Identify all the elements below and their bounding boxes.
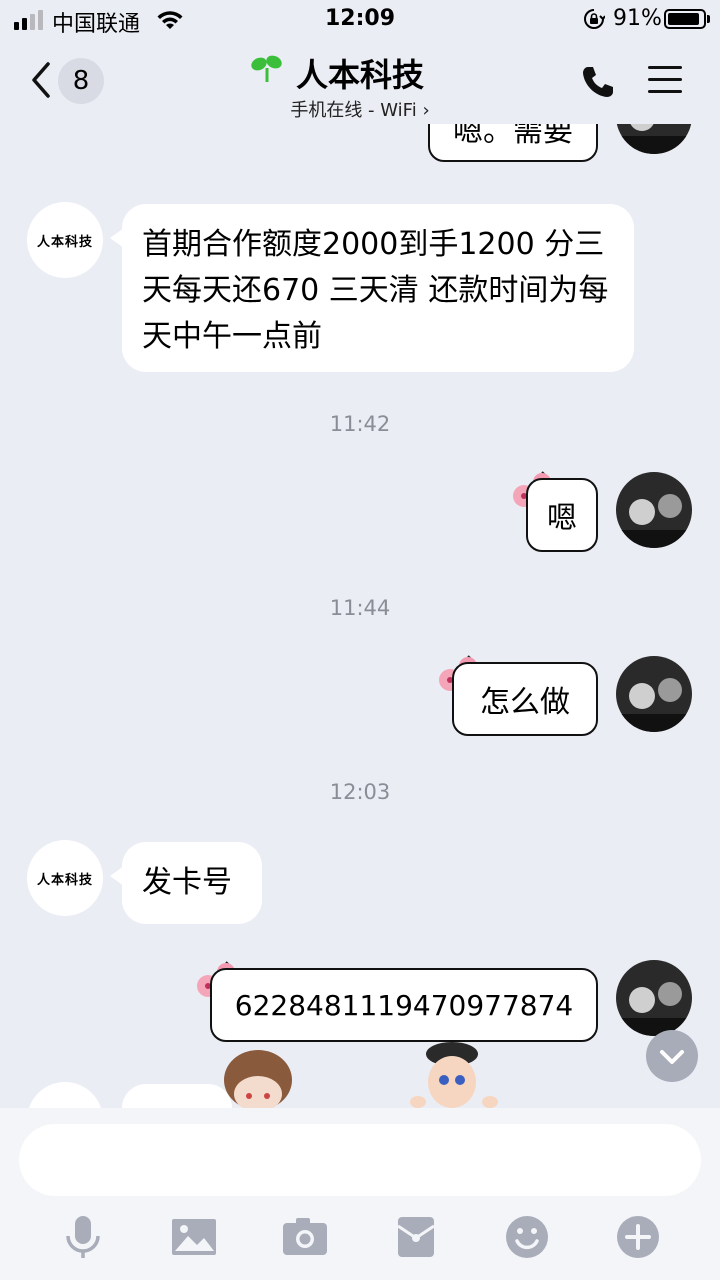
my-avatar[interactable] xyxy=(616,960,692,1036)
brand-logo: 人本科技 xyxy=(36,234,93,250)
menu-icon[interactable] xyxy=(648,66,682,96)
battery-icon xyxy=(664,9,706,29)
contact-avatar[interactable]: 人本科技 xyxy=(27,840,103,916)
message-bubble-outgoing[interactable]: 怎么做 xyxy=(452,662,598,736)
message-text: 嗯 xyxy=(547,501,577,536)
chat-title[interactable]: 人本科技 xyxy=(296,50,424,96)
message-bubble-incoming[interactable]: 发卡号 xyxy=(122,842,262,924)
timestamp: 11:42 xyxy=(329,412,391,436)
status-bar: 中国联通 12:09 91% xyxy=(0,0,720,40)
message-bubble-outgoing[interactable]: 嗯 xyxy=(526,478,598,552)
message-bubble-outgoing[interactable]: 6228481119470977874 xyxy=(210,968,598,1042)
emoji-icon[interactable] xyxy=(504,1214,550,1260)
message-text: 发卡号 xyxy=(142,865,232,900)
message-bubble-incoming[interactable] xyxy=(122,1084,232,1108)
chevron-down-icon xyxy=(660,1050,684,1064)
online-status-text: 手机在线 - WiFi xyxy=(290,100,417,121)
message-bubble-outgoing[interactable]: 嗯。需要 xyxy=(428,124,598,162)
message-text: 6228481119470977874 xyxy=(234,988,574,1022)
timestamp: 11:44 xyxy=(329,596,391,620)
contact-avatar[interactable] xyxy=(27,1082,103,1108)
battery-tip xyxy=(707,15,710,23)
red-packet-icon[interactable] xyxy=(393,1214,439,1260)
message-text: 首期合作额度2000到手1200 分三天每天还670 三天清 还款时间为每天中午… xyxy=(142,227,609,354)
cartoon-boy-sticker-icon xyxy=(224,1050,292,1108)
phone-icon[interactable] xyxy=(580,64,616,100)
my-avatar[interactable] xyxy=(616,124,692,154)
chevron-right-icon: › xyxy=(422,100,430,121)
message-input[interactable] xyxy=(19,1124,701,1196)
message-text: 怎么做 xyxy=(480,685,570,720)
status-time: 12:09 xyxy=(324,6,396,31)
message-text: 嗯。需要 xyxy=(453,124,573,149)
camera-icon[interactable] xyxy=(282,1214,328,1260)
scroll-to-bottom-button[interactable] xyxy=(646,1030,698,1082)
my-avatar[interactable] xyxy=(616,472,692,548)
contact-avatar[interactable]: 人本科技 xyxy=(27,202,103,278)
rotation-lock-icon xyxy=(584,9,605,29)
microphone-icon[interactable] xyxy=(60,1214,106,1260)
message-bubble-incoming[interactable]: 首期合作额度2000到手1200 分三天每天还670 三天清 还款时间为每天中午… xyxy=(122,204,634,372)
image-icon[interactable] xyxy=(171,1214,217,1260)
timestamp: 12:03 xyxy=(329,780,391,804)
battery-percent: 91% xyxy=(613,6,662,31)
plus-icon[interactable] xyxy=(615,1214,661,1260)
cartoon-kid-sticker-icon xyxy=(410,1042,498,1108)
my-avatar[interactable] xyxy=(616,656,692,732)
chat-area[interactable]: 嗯。需要 人本科技 首期合作额度2000到手1200 分三天每天还670 三天清… xyxy=(0,124,720,1108)
brand-logo: 人本科技 xyxy=(36,872,93,888)
